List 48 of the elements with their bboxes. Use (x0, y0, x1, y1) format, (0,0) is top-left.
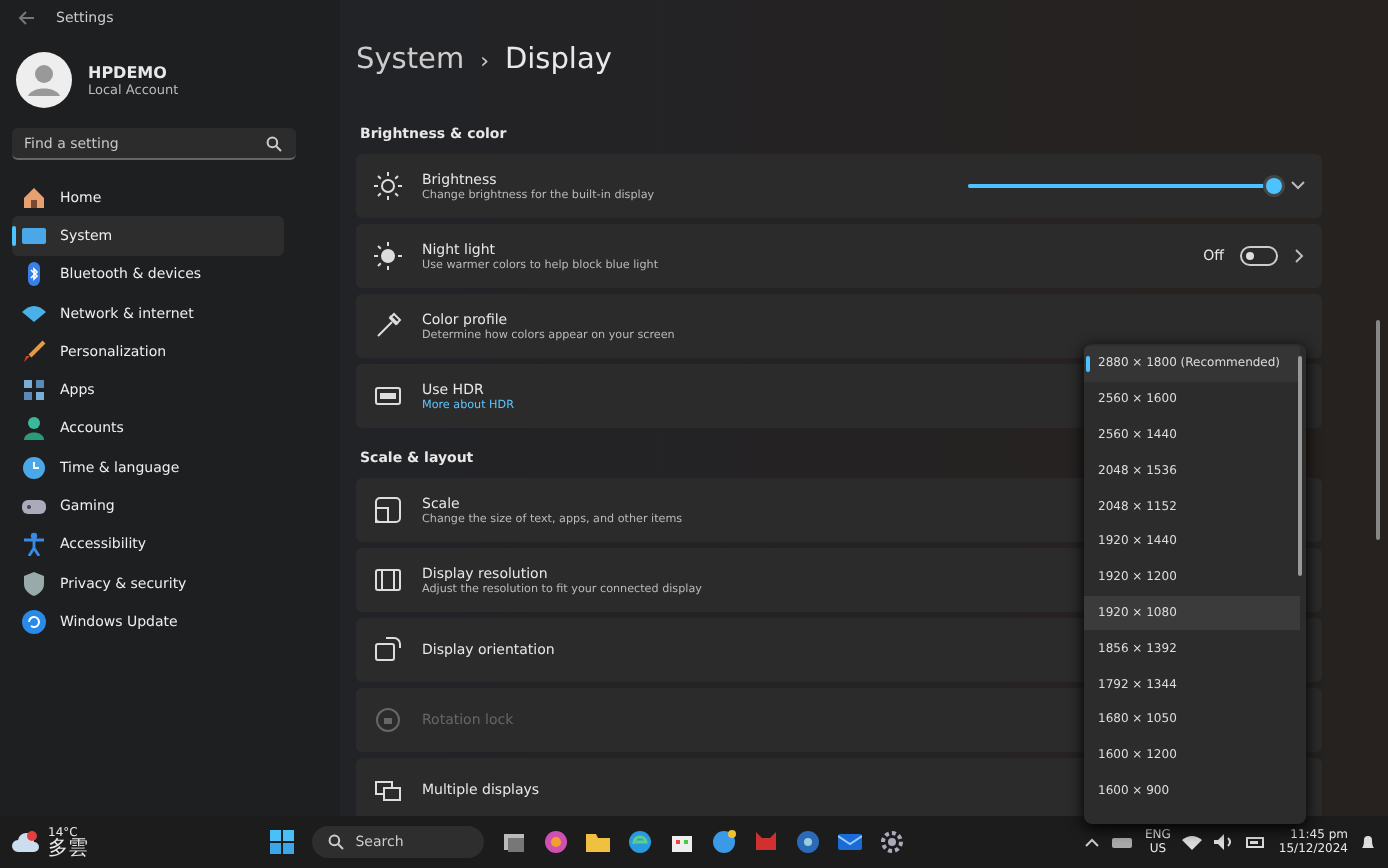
accessibility-icon (22, 532, 46, 557)
sun-icon (374, 172, 402, 200)
cloud-icon (12, 830, 40, 854)
battery-icon[interactable] (1246, 834, 1267, 850)
store-icon[interactable] (669, 830, 694, 854)
clock-icon (22, 455, 46, 480)
rotate-screen-icon (374, 636, 402, 664)
account-name: HPDEMO (88, 63, 169, 81)
update-icon (22, 609, 46, 634)
pipette-icon (374, 312, 402, 340)
page-title: Display (504, 44, 612, 76)
brush-icon (22, 339, 46, 364)
displays-icon (374, 776, 402, 804)
mail-icon[interactable] (837, 830, 862, 854)
screen-icon (374, 566, 402, 594)
chevron-up-icon[interactable] (1084, 836, 1101, 848)
folder-icon[interactable] (585, 830, 610, 854)
browser-icon[interactable] (627, 830, 652, 854)
shield-icon (22, 571, 46, 596)
apps-icon (22, 378, 46, 403)
bluetooth-icon (22, 262, 46, 287)
search-icon (266, 136, 282, 152)
search-icon (327, 834, 344, 850)
home-icon (22, 185, 46, 210)
avatar-icon (16, 52, 72, 108)
back-icon[interactable] (16, 10, 36, 26)
circle-app-icon[interactable] (795, 830, 820, 854)
breadcrumb-link[interactable]: System (356, 44, 465, 76)
person-icon (22, 416, 46, 441)
weather-condition: 多雲 (48, 839, 88, 859)
toggle-switch[interactable] (1240, 246, 1278, 266)
scale-icon (374, 496, 402, 524)
half-sun-icon (374, 242, 402, 270)
speaker-icon[interactable] (1214, 834, 1235, 850)
windows-logo-icon[interactable] (269, 830, 294, 854)
wifi-icon[interactable] (1182, 834, 1203, 850)
scrollbar[interactable] (1298, 356, 1302, 576)
gamepad-icon (22, 494, 46, 519)
monitor-icon (22, 223, 46, 248)
wifi-icon (22, 301, 46, 326)
window-icon[interactable] (501, 830, 526, 854)
scrollbar[interactable] (1376, 320, 1380, 540)
hdr-icon (374, 382, 402, 410)
bell-icon[interactable] (1360, 832, 1376, 852)
chevron-down-icon[interactable] (1290, 180, 1306, 192)
gear-icon[interactable] (879, 830, 904, 854)
chevron-right-icon[interactable] (1294, 248, 1306, 264)
breadcrumb-separator: › (480, 48, 489, 74)
